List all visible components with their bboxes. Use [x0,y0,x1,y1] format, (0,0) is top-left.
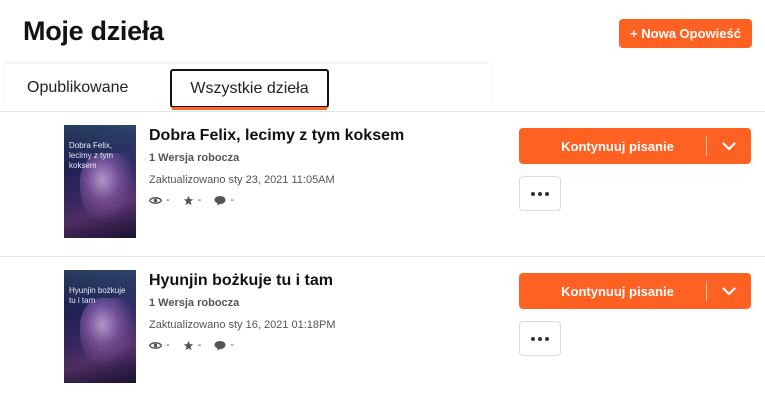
cover-title: Dobra Felix, lecimy z tym koksem [69,141,113,170]
reads-stat: - [149,339,170,351]
story-drafts: 1 Wersja robocza [149,152,240,164]
continue-writing-button[interactable]: Kontynuuj pisanie [519,273,751,309]
continue-writing-button[interactable]: Kontynuuj pisanie [519,128,751,164]
story-title[interactable]: Dobra Felix, lecimy z tym koksem [149,127,404,145]
star-icon [183,340,193,350]
story-updated: Zaktualizowano sty 16, 2021 01:18PM [149,319,336,331]
reads-stat: - [149,194,170,206]
cover-title: Hyunjin bożkuje tu i tam [69,286,126,305]
story-stats: - - - [149,339,247,351]
continue-writing-label: Kontynuuj pisanie [561,283,674,299]
eye-icon [149,341,162,349]
eye-icon [149,196,162,204]
new-story-button[interactable]: + Nowa Opowieść [619,19,752,48]
story-cover[interactable]: Hyunjin bożkuje tu i tam [64,270,136,383]
story-drafts: 1 Wersja robocza [149,297,240,309]
comments-count: - [230,339,235,351]
comments-stat: - [214,339,234,351]
comments-count: - [230,194,235,206]
votes-stat: - [183,339,202,351]
page-title: Moje dzieła [23,16,164,46]
story-title[interactable]: Hyunjin bożkuje tu i tam [149,272,333,290]
tabs-bar: Opublikowane Wszystkie dzieła [0,64,765,112]
reads-count: - [166,194,170,206]
story-row: Dobra Felix, lecimy z tym koksem Dobra F… [0,112,765,257]
chevron-down-icon [722,286,736,295]
votes-count: - [197,339,202,351]
comments-stat: - [214,194,234,206]
continue-dropdown-toggle[interactable] [707,273,751,309]
comment-icon [214,195,226,205]
more-options-button[interactable] [519,176,561,211]
story-row: Hyunjin bożkuje tu i tam Hyunjin bożkuje… [0,257,765,401]
story-stats: - - - [149,194,247,206]
tab-published[interactable]: Opublikowane [27,64,128,111]
continue-writing-label: Kontynuuj pisanie [561,138,674,154]
more-options-button[interactable] [519,321,561,356]
continue-dropdown-toggle[interactable] [707,128,751,164]
reads-count: - [166,339,170,351]
more-options-icon [530,336,551,341]
votes-stat: - [183,194,202,206]
story-cover[interactable]: Dobra Felix, lecimy z tym koksem [64,125,136,238]
votes-count: - [197,194,202,206]
more-options-icon [530,191,551,196]
chevron-down-icon [722,141,736,150]
active-tab-indicator [172,107,327,110]
story-updated: Zaktualizowano sty 23, 2021 11:05AM [149,174,335,186]
star-icon [183,195,193,205]
comment-icon [214,340,226,350]
tab-all-works[interactable]: Wszystkie dzieła [170,69,329,108]
